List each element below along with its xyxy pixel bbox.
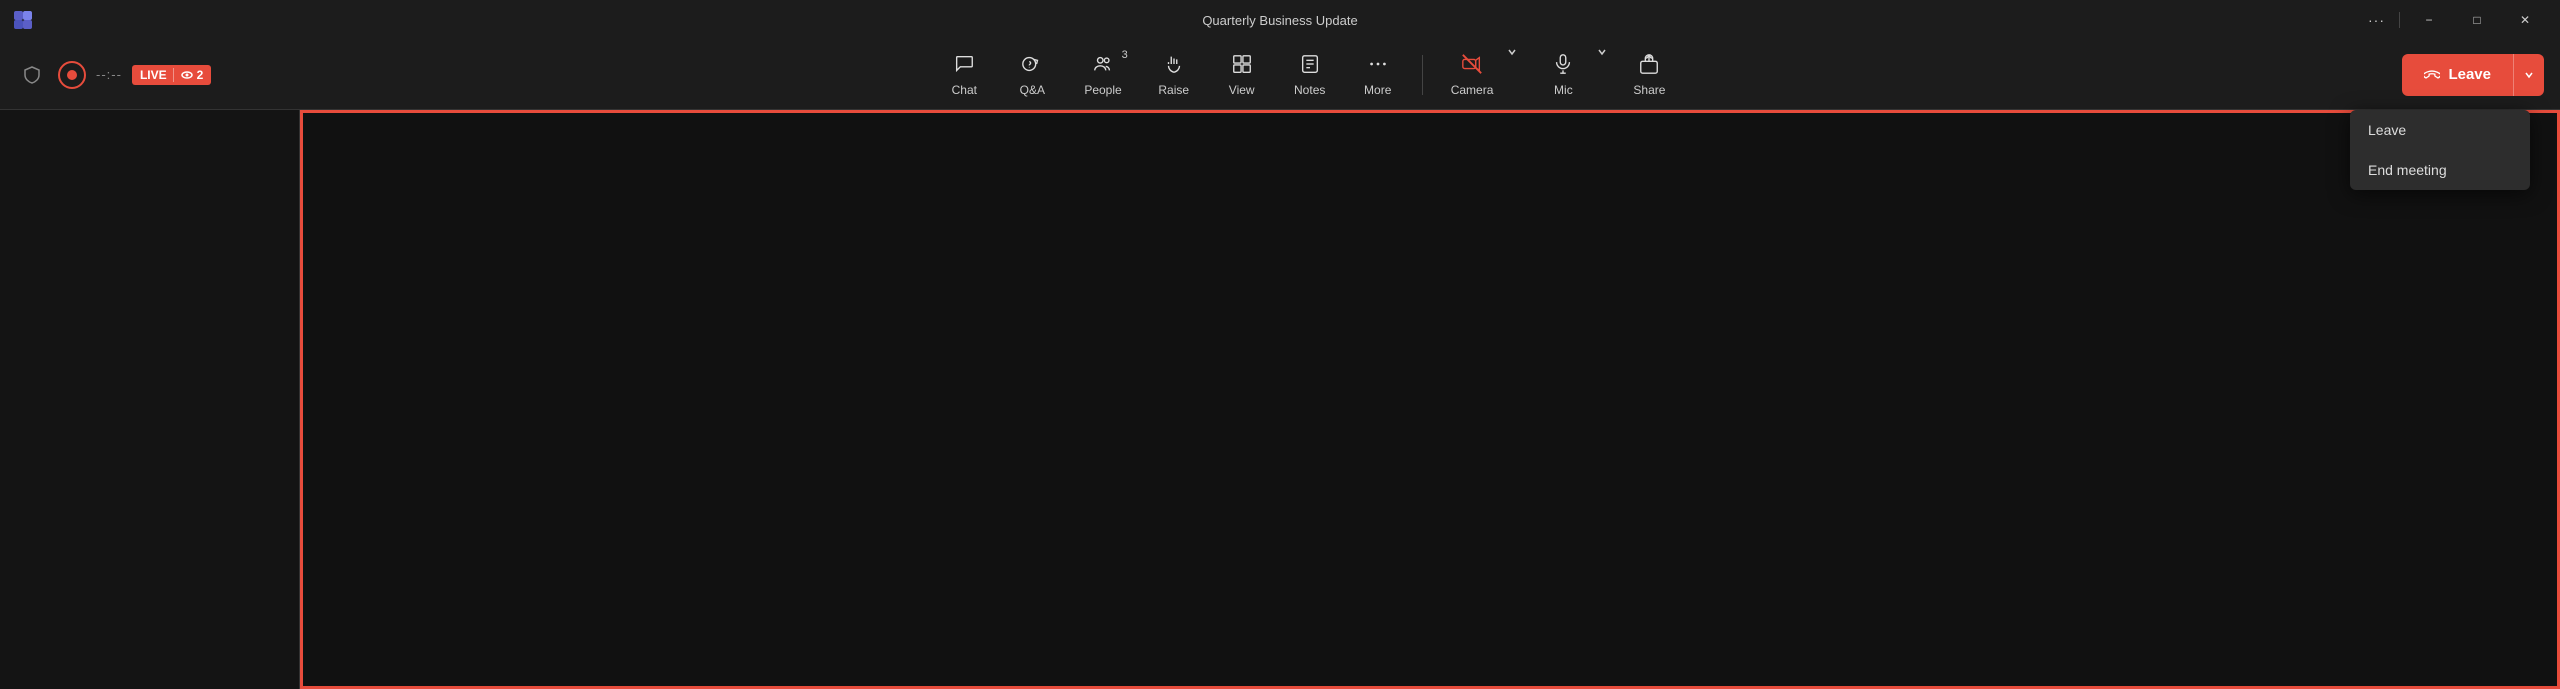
teams-app-icon [12,9,34,31]
camera-label: Camera [1451,83,1494,97]
more-options-btn[interactable]: ··· [2360,12,2393,28]
titlebar: Quarterly Business Update ··· − □ ✕ [0,0,2560,40]
video-area [300,110,2560,689]
view-icon [1231,53,1253,79]
shield-icon [16,59,48,91]
leave-chevron-button[interactable] [2513,54,2544,96]
view-label: View [1229,83,1255,97]
chat-label: Chat [952,83,977,97]
camera-off-icon [1461,53,1483,79]
more-icon [1367,53,1389,79]
notes-button[interactable]: Notes [1278,47,1342,103]
people-badge: 3 [1122,49,1128,61]
share-label: Share [1633,83,1665,97]
mic-icon [1552,53,1574,79]
raise-button[interactable]: Raise [1142,47,1206,103]
camera-chevron-btn[interactable] [1501,47,1523,57]
raise-icon [1163,53,1185,79]
more-button[interactable]: More [1346,47,1410,103]
main-content [0,110,2560,689]
leave-chevron-icon [2524,70,2534,80]
leave-label: Leave [2448,66,2491,83]
window-title: Quarterly Business Update [1202,13,1357,28]
titlebar-left [12,9,34,31]
toolbar-right-section: Leave [2402,54,2544,96]
qna-label: Q&A [1020,83,1045,97]
toolbar-separator [1422,55,1423,95]
qna-button[interactable]: Q&A [1000,47,1064,103]
people-button[interactable]: 3 People [1068,47,1137,103]
live-viewer-count: 2 [197,68,204,82]
live-badge: LIVE 2 [132,65,211,85]
titlebar-separator [2399,12,2400,28]
leave-phone-icon [2424,67,2440,83]
more-label: More [1364,83,1391,97]
record-dot-inner [67,70,77,80]
raise-label: Raise [1158,83,1189,97]
view-button[interactable]: View [1210,47,1274,103]
video-border [300,110,2560,689]
sidebar-panel [0,110,300,689]
close-button[interactable]: ✕ [2502,4,2548,36]
share-icon [1638,53,1660,79]
qna-icon [1021,53,1043,79]
leave-button-group: Leave [2402,54,2544,96]
toolbar-center-section: Chat Q&A [211,47,2402,103]
maximize-button[interactable]: □ [2454,4,2500,36]
leave-button[interactable]: Leave [2402,54,2513,96]
mic-group: Mic [1527,47,1613,103]
people-label: People [1084,83,1121,97]
share-button[interactable]: Share [1617,47,1681,103]
live-badge-separator [173,68,174,82]
notes-icon [1299,53,1321,79]
mic-label: Mic [1554,83,1573,97]
people-icon [1092,53,1114,79]
live-viewers: 2 [180,68,204,82]
notes-label: Notes [1294,83,1325,97]
mic-button[interactable]: Mic [1527,47,1591,103]
record-button[interactable] [58,61,86,89]
mic-chevron-btn[interactable] [1591,47,1613,57]
chat-button[interactable]: Chat [932,47,996,103]
dropdown-leave-item[interactable]: Leave [2350,110,2530,150]
titlebar-controls: ··· − □ ✕ [2360,4,2548,36]
minimize-button[interactable]: − [2406,4,2452,36]
dropdown-end-meeting-item[interactable]: End meeting [2350,150,2530,190]
camera-group: Camera [1435,47,1524,103]
live-label: LIVE [140,68,167,82]
leave-dropdown-menu: Leave End meeting [2350,110,2530,190]
toolbar-left-section: --:-- LIVE 2 [16,59,211,91]
camera-button[interactable]: Camera [1435,47,1502,103]
chat-icon [953,53,975,79]
meeting-toolbar: --:-- LIVE 2 Chat [0,40,2560,110]
meeting-timer: --:-- [96,67,122,82]
